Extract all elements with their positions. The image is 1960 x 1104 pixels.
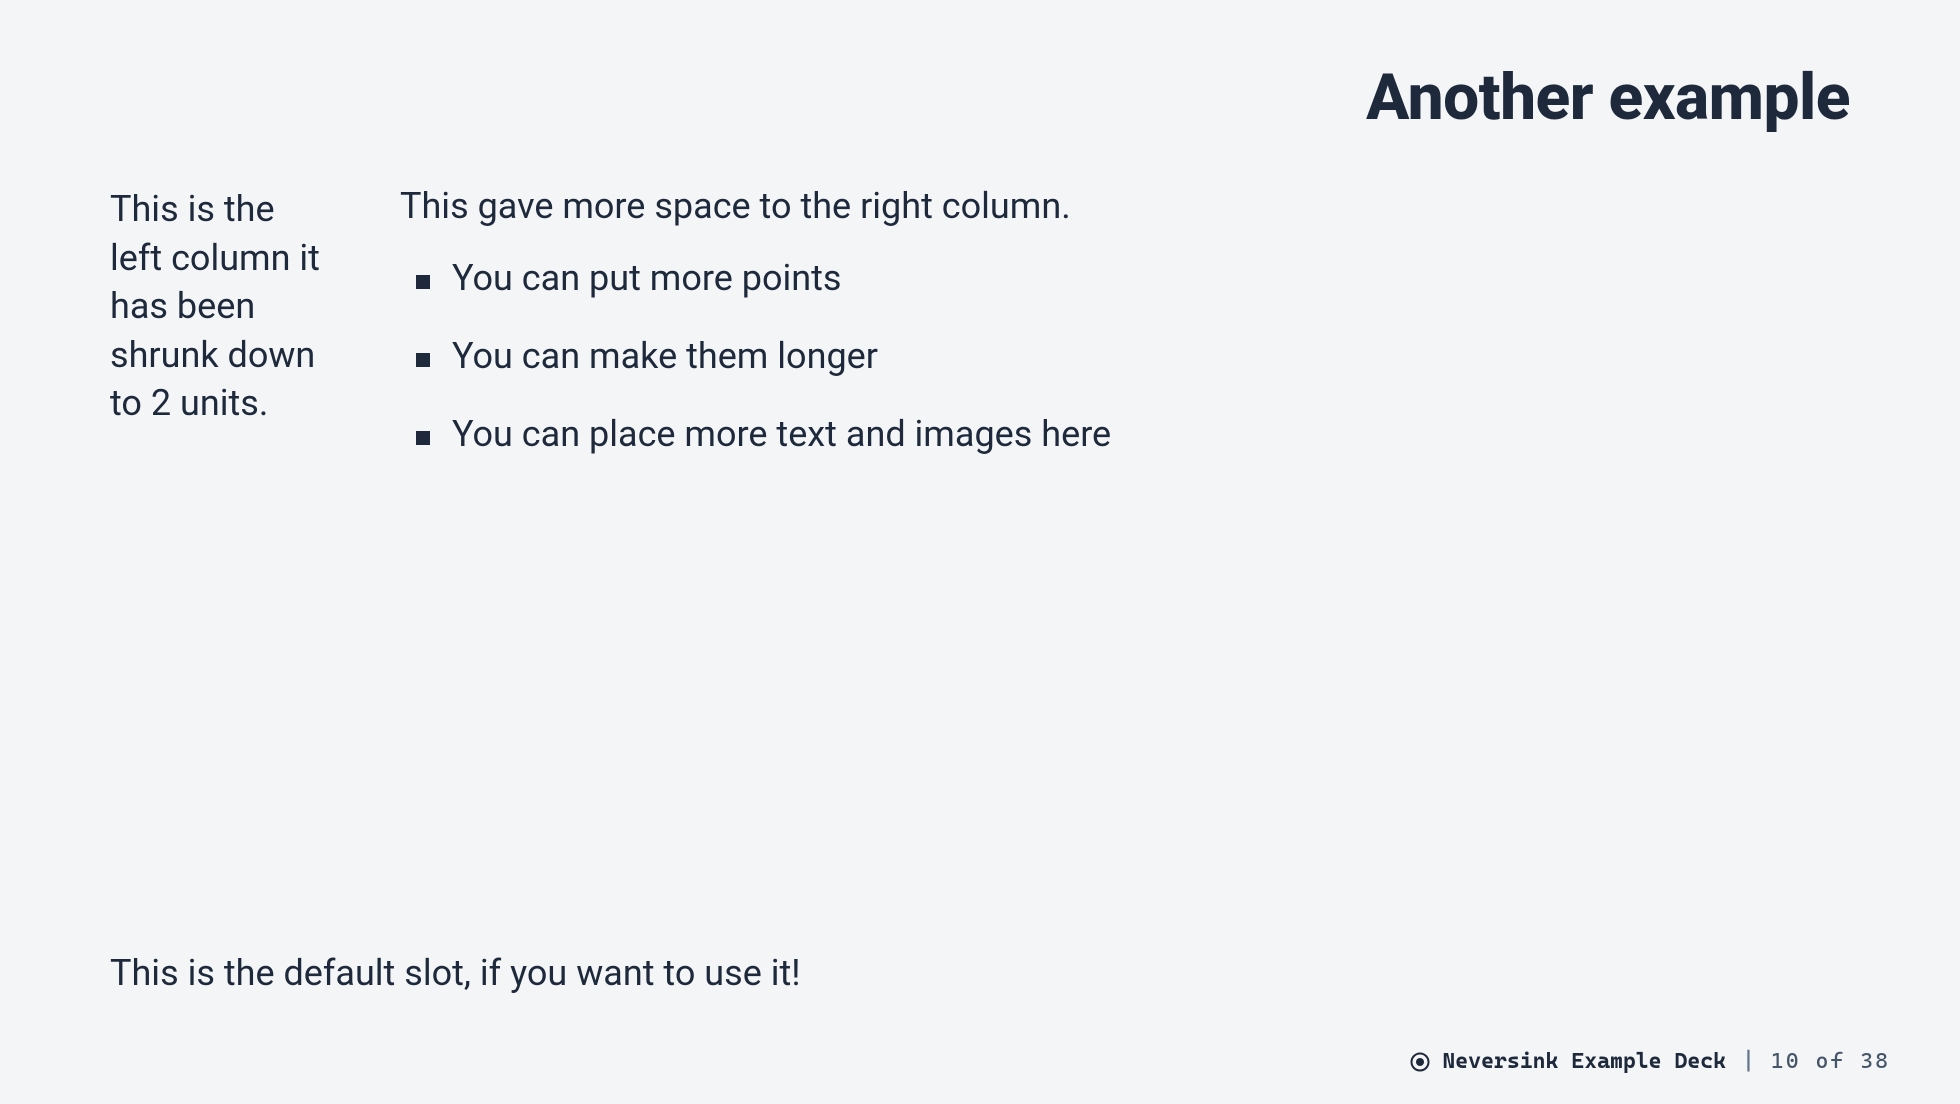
columns-container: This is the left column it has been shru… (110, 185, 1850, 952)
footer-separator: | (1742, 1049, 1755, 1074)
bullet-list: You can put more points You can make the… (400, 257, 1850, 455)
bullet-item: You can make them longer (400, 335, 1850, 377)
page-indicator: 10 of 38 (1771, 1049, 1890, 1074)
slide-title: Another example (110, 60, 1850, 135)
slide: Another example This is the left column … (0, 0, 1960, 1104)
page-of: of (1816, 1049, 1846, 1074)
page-total: 38 (1860, 1049, 1890, 1074)
deck-name: Neversink Example Deck (1442, 1049, 1726, 1074)
left-column-text: This is the left column it has been shru… (110, 185, 330, 428)
right-column: This gave more space to the right column… (400, 185, 1850, 952)
slide-footer: Neversink Example Deck | 10 of 38 (1410, 1049, 1890, 1074)
right-column-intro: This gave more space to the right column… (400, 185, 1850, 227)
default-slot-text: This is the default slot, if you want to… (110, 952, 1850, 994)
left-column: This is the left column it has been shru… (110, 185, 330, 952)
bullet-item: You can put more points (400, 257, 1850, 299)
deck-icon (1410, 1052, 1430, 1072)
page-current: 10 (1771, 1049, 1801, 1074)
bullet-item: You can place more text and images here (400, 413, 1850, 455)
